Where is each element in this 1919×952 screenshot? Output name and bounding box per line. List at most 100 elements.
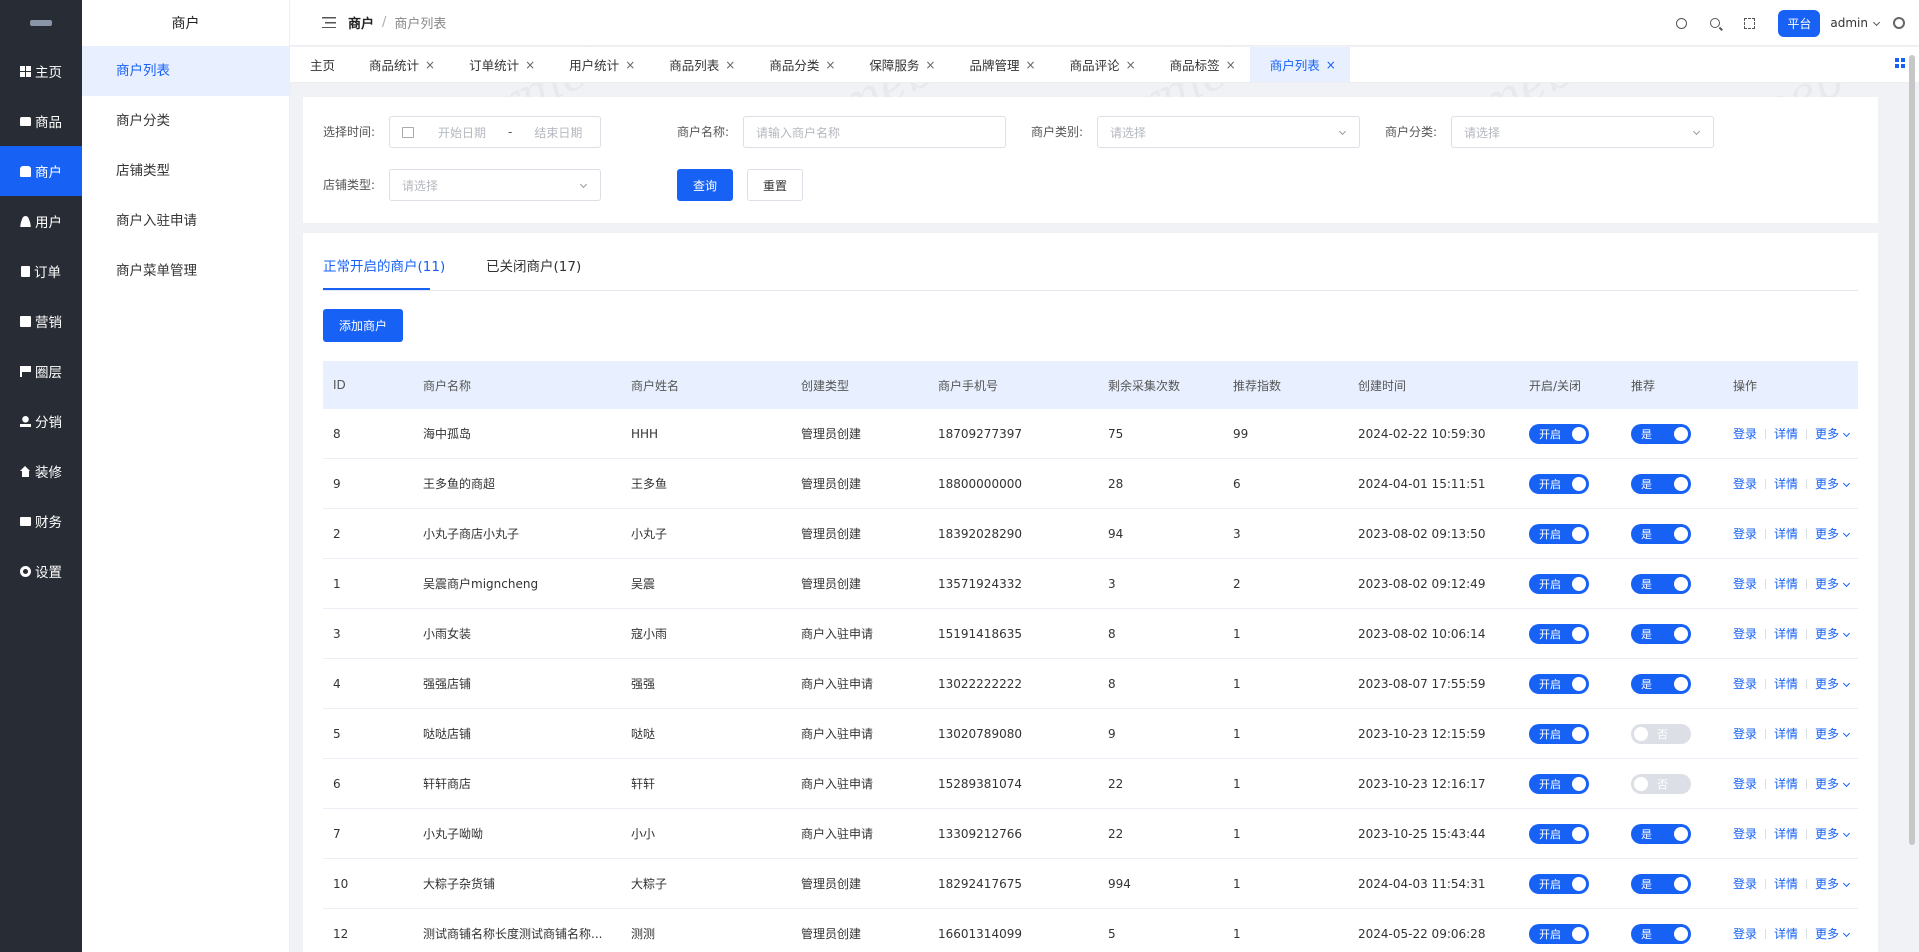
sidebar-item[interactable]: 订单	[0, 246, 82, 296]
more-dropdown[interactable]: 更多	[1815, 625, 1851, 642]
submenu-item[interactable]: 商户列表	[82, 46, 289, 96]
sidebar-item[interactable]: 营销	[0, 296, 82, 346]
detail-link[interactable]: 详情	[1774, 625, 1798, 642]
page-tab[interactable]: 主页	[290, 47, 349, 82]
close-icon[interactable]: ×	[825, 58, 835, 72]
tabs-menu-icon[interactable]	[1895, 58, 1905, 68]
more-dropdown[interactable]: 更多	[1815, 775, 1851, 792]
more-dropdown[interactable]: 更多	[1815, 675, 1851, 692]
open-switch[interactable]: 开启	[1529, 873, 1589, 894]
detail-link[interactable]: 详情	[1774, 475, 1798, 492]
submenu-item[interactable]: 商户分类	[82, 96, 289, 146]
breadcrumb-root[interactable]: 商户	[348, 13, 374, 32]
close-icon[interactable]: ×	[1026, 58, 1036, 72]
detail-link[interactable]: 详情	[1774, 775, 1798, 792]
submenu-item[interactable]: 商户菜单管理	[82, 246, 289, 296]
sidebar-item[interactable]: 商户	[0, 146, 82, 196]
recommend-switch[interactable]: 是	[1631, 823, 1691, 844]
sidebar-item[interactable]: 设置	[0, 546, 82, 596]
detail-link[interactable]: 详情	[1774, 525, 1798, 542]
close-icon[interactable]: ×	[1226, 58, 1236, 72]
login-link[interactable]: 登录	[1733, 825, 1757, 842]
platform-button[interactable]: 平台	[1778, 9, 1821, 37]
detail-link[interactable]: 详情	[1774, 825, 1798, 842]
page-tab[interactable]: 品牌管理 ×	[949, 47, 1049, 82]
open-switch[interactable]: 开启	[1529, 823, 1589, 844]
recommend-switch[interactable]: 是	[1631, 923, 1691, 944]
more-dropdown[interactable]: 更多	[1815, 575, 1851, 592]
tab-closed-merchants[interactable]: 已关闭商户(17)	[486, 255, 581, 275]
more-dropdown[interactable]: 更多	[1815, 525, 1851, 542]
detail-link[interactable]: 详情	[1774, 575, 1798, 592]
open-switch[interactable]: 开启	[1529, 573, 1589, 594]
recommend-switch[interactable]: 是	[1631, 473, 1691, 494]
close-icon[interactable]: ×	[725, 58, 735, 72]
submenu-item[interactable]: 商户入驻申请	[82, 196, 289, 246]
submenu-item[interactable]: 店铺类型	[82, 146, 289, 196]
page-tab[interactable]: 用户统计 ×	[549, 47, 649, 82]
vertical-scrollbar[interactable]	[1909, 55, 1915, 845]
sidebar-item[interactable]: 分销	[0, 396, 82, 446]
open-switch[interactable]: 开启	[1529, 623, 1589, 644]
login-link[interactable]: 登录	[1733, 575, 1757, 592]
login-link[interactable]: 登录	[1733, 875, 1757, 892]
login-link[interactable]: 登录	[1733, 725, 1757, 742]
merchant-name-input[interactable]: 请输入商户名称	[743, 116, 1006, 148]
merchant-class-select[interactable]: 请选择	[1451, 116, 1714, 148]
settings-gear-icon[interactable]	[1893, 17, 1905, 29]
recommend-switch[interactable]: 是	[1631, 573, 1691, 594]
recommend-switch[interactable]: 否	[1631, 773, 1691, 794]
page-tab[interactable]: 商品评论 ×	[1050, 47, 1150, 82]
open-switch[interactable]: 开启	[1529, 423, 1589, 444]
page-tab[interactable]: 商品统计 ×	[349, 47, 449, 82]
search-icon[interactable]	[1708, 16, 1722, 30]
page-tab[interactable]: 订单统计 ×	[449, 47, 549, 82]
login-link[interactable]: 登录	[1733, 525, 1757, 542]
refresh-icon[interactable]	[1674, 16, 1688, 30]
recommend-switch[interactable]: 否	[1631, 723, 1691, 744]
store-type-select[interactable]: 请选择	[389, 169, 601, 201]
recommend-switch[interactable]: 是	[1631, 673, 1691, 694]
close-icon[interactable]: ×	[925, 58, 935, 72]
recommend-switch[interactable]: 是	[1631, 423, 1691, 444]
recommend-switch[interactable]: 是	[1631, 523, 1691, 544]
tab-open-merchants[interactable]: 正常开启的商户(11)	[323, 255, 445, 275]
page-tab[interactable]: 商户列表 ×	[1249, 47, 1350, 82]
fullscreen-icon[interactable]	[1742, 16, 1756, 30]
query-button[interactable]: 查询	[677, 169, 733, 201]
login-link[interactable]: 登录	[1733, 675, 1757, 692]
open-switch[interactable]: 开启	[1529, 923, 1589, 944]
detail-link[interactable]: 详情	[1774, 725, 1798, 742]
login-link[interactable]: 登录	[1733, 775, 1757, 792]
open-switch[interactable]: 开启	[1529, 673, 1589, 694]
detail-link[interactable]: 详情	[1774, 675, 1798, 692]
reset-button[interactable]: 重置	[747, 169, 803, 201]
sidebar-item[interactable]: 圈层	[0, 346, 82, 396]
open-switch[interactable]: 开启	[1529, 723, 1589, 744]
close-icon[interactable]: ×	[1126, 58, 1136, 72]
more-dropdown[interactable]: 更多	[1815, 725, 1851, 742]
page-tab[interactable]: 商品列表 ×	[649, 47, 749, 82]
more-dropdown[interactable]: 更多	[1815, 425, 1851, 442]
open-switch[interactable]: 开启	[1529, 473, 1589, 494]
login-link[interactable]: 登录	[1733, 625, 1757, 642]
date-range-picker[interactable]: 开始日期 - 结束日期	[389, 116, 601, 148]
page-tab[interactable]: 保障服务 ×	[849, 47, 949, 82]
recommend-switch[interactable]: 是	[1631, 623, 1691, 644]
detail-link[interactable]: 详情	[1774, 875, 1798, 892]
page-tab[interactable]: 商品标签 ×	[1150, 47, 1250, 82]
more-dropdown[interactable]: 更多	[1815, 925, 1851, 942]
more-dropdown[interactable]: 更多	[1815, 825, 1851, 842]
sidebar-item[interactable]: 主页	[0, 46, 82, 96]
close-icon[interactable]: ×	[625, 58, 635, 72]
page-tab[interactable]: 商品分类 ×	[749, 47, 849, 82]
open-switch[interactable]: 开启	[1529, 523, 1589, 544]
detail-link[interactable]: 详情	[1774, 425, 1798, 442]
more-dropdown[interactable]: 更多	[1815, 475, 1851, 492]
merchant-category-select[interactable]: 请选择	[1097, 116, 1360, 148]
close-icon[interactable]: ×	[425, 58, 435, 72]
sidebar-item[interactable]: 商品	[0, 96, 82, 146]
close-icon[interactable]: ×	[1326, 58, 1336, 72]
sidebar-item[interactable]: 财务	[0, 496, 82, 546]
login-link[interactable]: 登录	[1733, 425, 1757, 442]
